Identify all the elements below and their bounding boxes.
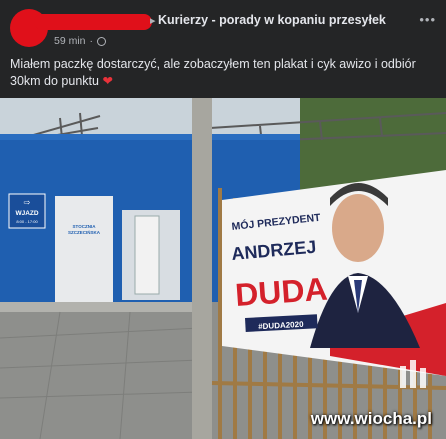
wjazd-label: WJAZD [15,210,38,217]
dot-separator: · [89,35,94,47]
heart-emoji-icon: ❤ [102,74,113,88]
svg-text:⇨: ⇨ [24,198,31,207]
post-text-line2-wrap: 30km do punktu ❤ [10,73,440,90]
post-text: Miałem paczkę dostarczyć, ale zobaczyłem… [10,56,440,90]
post-photo[interactable]: ⇨ WJAZD 8:00 - 17:00 STOCZNIA SZCZECIŃSK… [0,98,446,439]
photo-illustration: ⇨ WJAZD 8:00 - 17:00 STOCZNIA SZCZECIŃSK… [0,98,446,439]
wjazd-hours: 8:00 - 17:00 [16,219,38,224]
door [134,215,160,295]
post-meta: 59 min · [54,35,107,47]
info-panel [55,196,113,311]
banner-line3: DUDA [234,271,329,313]
timestamp[interactable]: 59 min [54,35,86,47]
post-text-line1: Miałem paczkę dostarczyć, ale zobaczyłem… [10,57,416,71]
post-text-line2: 30km do punktu [10,74,99,88]
more-options-button[interactable]: ••• [419,12,436,27]
caret-right-icon: ▸ [150,15,156,27]
group-name-link[interactable]: Kurierzy - porady w kopaniu przesyłek [158,13,386,27]
watermark-text: www.wiocha.pl [310,409,432,428]
post-header: ▸ Kurierzy - porady w kopaniu przesyłek … [0,0,446,52]
door-sign-line2: SZCZECIŃSKA [68,228,101,235]
door-sign-line1: STOCZNIA [73,224,97,229]
portrait-face [332,194,384,262]
redacted-author-name[interactable] [34,14,152,30]
concrete-post [192,98,212,439]
globe-icon [97,36,107,46]
campaign-banner: MÓJ PREZYDENT ANDRZEJ DUDA #DUDA2020 [222,170,446,376]
